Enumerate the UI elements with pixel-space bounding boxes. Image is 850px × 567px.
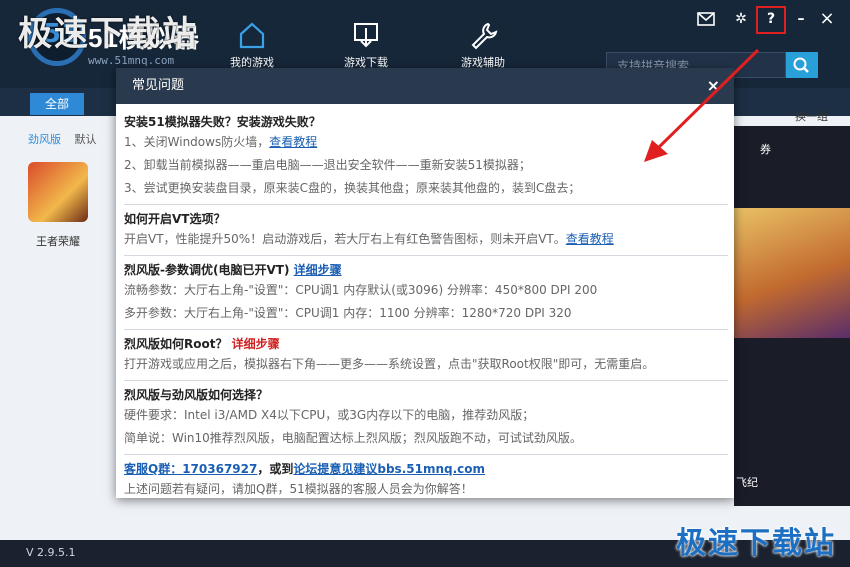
faq-answer: 2、卸载当前模拟器——重启电脑——退出安全软件——重新安装51模拟器； (124, 158, 531, 172)
faq-answer: 简单说：Win10推荐烈风版，电脑配置达标上烈风版；烈风版跑不动，可试试劲风版。 (124, 431, 582, 445)
faq-question: 如何开启VT选项？ (124, 212, 226, 226)
faq-section-params: 烈风版-参数调优(电脑已开VT) 详细步骤 流畅参数：大厅右上角-"设置"：CP… (124, 256, 728, 330)
filter-row: 劲风版 默认 (28, 131, 97, 147)
details-link[interactable]: 详细步骤 (294, 263, 342, 277)
tutorial-link[interactable]: 查看教程 (566, 232, 614, 246)
faq-question-text: 烈风版如何Root？ (124, 337, 228, 351)
faq-section-root: 烈风版如何Root？ 详细步骤 打开游戏或应用之后，模拟器右下角——更多——系统… (124, 330, 728, 381)
filter-default[interactable]: 默认 (75, 133, 97, 146)
mail-icon[interactable] (694, 8, 718, 30)
faq-answer: 流畅参数：大厅右上角-"设置"：CPU调1 内存默认(或3096) 分辨率：45… (124, 283, 598, 297)
app-logo-url: www.51mnq.com (88, 54, 175, 67)
dialog-title: 常见问题 (132, 78, 185, 93)
wrench-icon (471, 22, 498, 50)
promo-banner-image[interactable] (734, 208, 850, 338)
minimize-button[interactable]: – (789, 8, 813, 30)
faq-question: 安装51模拟器失败？安装游戏失败？ (124, 115, 321, 129)
tab-all[interactable]: 全部 (30, 93, 84, 115)
faq-dialog: 常见问题 × 安装51模拟器失败？安装游戏失败？ 1、关闭Windows防火墙，… (116, 68, 734, 498)
faq-section-support: 客服Q群：170367927，或到论坛提意见建议bbs.51mnq.com 上述… (124, 455, 728, 505)
game-tile-label[interactable]: 王者荣耀 (36, 233, 80, 249)
swap-group-button[interactable]: 换一组 (795, 108, 828, 124)
gear-icon[interactable]: ✲ (729, 8, 753, 30)
version-text: V 2.9.5.1 (26, 546, 76, 559)
nav-game-assist[interactable]: 游戏辅助 (443, 20, 523, 70)
faq-answer: 开启VT，性能提升50%！启动游戏后，若大厅右上有红色警告图标，则未开启VT。查… (124, 228, 728, 251)
nav-my-games[interactable]: 我的游戏 (212, 20, 292, 70)
watermark-bottom-right: 极速下载站 (676, 526, 836, 561)
faq-answer: 1、关闭Windows防火墙，查看教程 (124, 131, 728, 154)
forum-link[interactable]: 论坛提意见建议bbs.51mnq.com (293, 462, 485, 476)
search-button[interactable] (786, 52, 818, 78)
faq-answer: 多开参数：大厅右上角-"设置"：CPU调1 内存：1100 分辨率：1280*7… (124, 306, 572, 320)
help-highlight-box (756, 6, 786, 34)
faq-answer: 硬件要求：Intel i3/AMD X4以下CPU，或3G内存以下的电脑，推荐劲… (124, 408, 535, 422)
support-line: 客服Q群：170367927，或到论坛提意见建议bbs.51mnq.com (124, 460, 728, 478)
watermark-top-left: 极速下载站 (18, 14, 198, 54)
search-icon (793, 57, 809, 73)
faq-question: 烈风版与劲风版如何选择？ (124, 388, 269, 402)
tutorial-link[interactable]: 查看教程 (269, 135, 317, 149)
faq-question: 烈风版如何Root？ 详细步骤 (124, 335, 728, 353)
promo-label: 券 (760, 143, 771, 156)
dialog-title-bar: 常见问题 × (116, 68, 734, 104)
faq-answer-text: 开启VT，性能提升50%！启动游戏后，若大厅右上有红色警告图标，则未开启VT。 (124, 232, 566, 246)
faq-answer: 上述问题若有疑问，请加Q群，51模拟器的客服人员会为你解答！ (124, 482, 473, 496)
dialog-body: 安装51模拟器失败？安装游戏失败？ 1、关闭Windows防火墙，查看教程 2、… (116, 104, 734, 505)
dialog-close-button[interactable]: × (707, 68, 720, 104)
game-tile-icon[interactable] (28, 162, 88, 222)
download-icon (354, 23, 378, 48)
home-icon (239, 22, 265, 49)
support-mid-text: ，或到 (257, 462, 294, 476)
details-link[interactable]: 详细步骤 (232, 337, 280, 351)
promo-label-2: 飞纪 (736, 476, 758, 489)
faq-answer-text: 1、关闭Windows防火墙， (124, 135, 270, 149)
faq-question-text: 烈风版-参数调优(电脑已开VT) (124, 263, 290, 277)
faq-section-choose: 烈风版与劲风版如何选择？ 硬件要求：Intel i3/AMD X4以下CPU，或… (124, 381, 728, 455)
faq-answer: 3、尝试更换安装盘目录，原来装C盘的，换装其他盘；原来装其他盘的，装到C盘去； (124, 181, 581, 195)
filter-jinfeng[interactable]: 劲风版 (28, 133, 61, 146)
faq-section-vt: 如何开启VT选项？ 开启VT，性能提升50%！启动游戏后，若大厅右上有红色警告图… (124, 205, 728, 256)
faq-question: 烈风版-参数调优(电脑已开VT) 详细步骤 (124, 261, 728, 279)
qq-group-link[interactable]: 客服Q群：170367927 (124, 462, 257, 476)
close-button[interactable]: × (815, 8, 839, 30)
nav-game-download[interactable]: 游戏下载 (326, 20, 406, 70)
faq-section-install: 安装51模拟器失败？安装游戏失败？ 1、关闭Windows防火墙，查看教程 2、… (124, 108, 728, 205)
faq-answer: 打开游戏或应用之后，模拟器右下角——更多——系统设置，点击"获取Root权限"即… (124, 357, 655, 371)
